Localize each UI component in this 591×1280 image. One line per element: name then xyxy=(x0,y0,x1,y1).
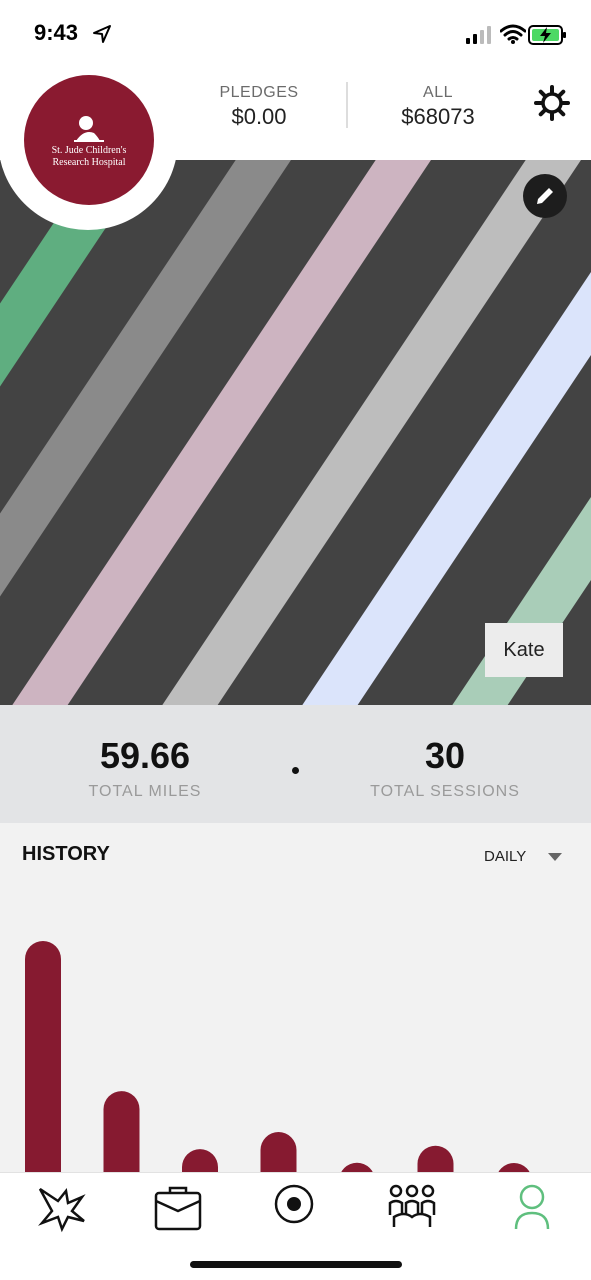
history-section: HISTORY DAILY xyxy=(0,823,591,1173)
battery-charging-icon xyxy=(528,25,566,45)
totals-band: 59.66 TOTAL MILES 30 TOTAL SESSIONS xyxy=(0,705,591,823)
bottom-tab-bar xyxy=(0,1172,591,1280)
totals-separator xyxy=(292,767,299,774)
history-chart xyxy=(25,941,532,1173)
signal-icon xyxy=(466,26,491,44)
pledges-stat: PLEDGES $0.00 xyxy=(200,84,318,130)
briefcase-icon xyxy=(154,1186,202,1231)
history-bar xyxy=(182,1149,218,1173)
total-miles-value: 59.66 xyxy=(99,735,191,776)
history-title: HISTORY xyxy=(22,843,110,865)
pencil-icon xyxy=(537,188,553,204)
tab-teams[interactable] xyxy=(382,1183,442,1233)
total-sessions: 30 TOTAL SESSIONS xyxy=(355,735,535,801)
wifi-icon xyxy=(500,24,526,44)
all-value: $68073 xyxy=(401,104,475,129)
pledges-label: PLEDGES xyxy=(219,84,299,101)
location-arrow-icon xyxy=(93,25,111,43)
charity-logo-badge: St. Jude Children's Research Hospital xyxy=(24,75,154,205)
history-bar xyxy=(103,1091,140,1173)
child-reading-icon xyxy=(74,116,104,142)
tab-record[interactable] xyxy=(264,1183,324,1233)
pledges-value: $0.00 xyxy=(231,104,287,129)
profile-icon xyxy=(514,1184,550,1230)
status-time: 9:43 xyxy=(34,20,79,45)
profile-name: Kate xyxy=(485,623,563,677)
total-miles-label: TOTAL MILES xyxy=(88,783,202,800)
logo-line2: Research Hospital xyxy=(52,157,126,168)
tab-activity[interactable] xyxy=(32,1183,92,1233)
logo-line1: St. Jude Children's xyxy=(51,145,127,156)
home-indicator xyxy=(190,1261,402,1268)
all-stat: ALL $68073 xyxy=(378,84,498,130)
total-miles: 59.66 TOTAL MILES xyxy=(65,735,225,801)
tab-profile[interactable] xyxy=(502,1183,562,1233)
tab-campaigns[interactable] xyxy=(148,1183,208,1233)
history-bar xyxy=(260,1132,297,1173)
history-bar xyxy=(417,1145,454,1173)
total-sessions-label: TOTAL SESSIONS xyxy=(370,783,520,800)
edit-cover-button[interactable] xyxy=(523,174,567,218)
starburst-icon xyxy=(38,1187,86,1233)
caret-down-icon[interactable] xyxy=(548,853,562,861)
period-dropdown[interactable]: DAILY xyxy=(484,848,526,865)
header-divider xyxy=(346,82,348,128)
history-bar xyxy=(25,941,61,1173)
all-label: ALL xyxy=(423,84,453,101)
total-sessions-value: 30 xyxy=(424,735,466,776)
gear-icon[interactable] xyxy=(533,84,571,122)
team-icon xyxy=(388,1184,436,1227)
charity-logo: St. Jude Children's Research Hospital xyxy=(0,50,178,230)
record-icon xyxy=(274,1184,314,1224)
